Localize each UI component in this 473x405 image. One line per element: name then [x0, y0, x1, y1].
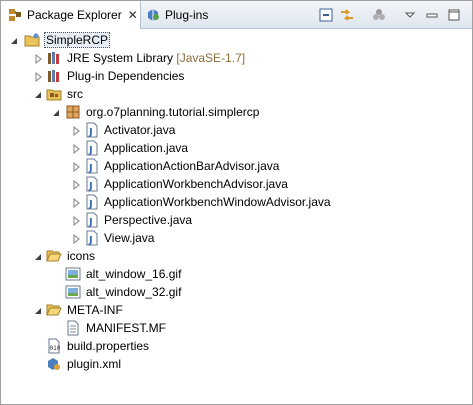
- view-tab-bar: Package Explorer ✕ Plug-ins: [1, 1, 472, 29]
- minimize-icon[interactable]: [424, 7, 440, 23]
- project-folder-icon: [24, 32, 40, 48]
- tree-item-project[interactable]: SimpleRCP: [1, 31, 301, 49]
- tree-item-plugin-dependencies[interactable]: Plug-in Dependencies: [1, 67, 301, 85]
- expanded-triangle-icon[interactable]: [51, 107, 61, 117]
- expanded-triangle-icon[interactable]: [33, 89, 43, 99]
- java-file-icon: J: [84, 230, 100, 246]
- tree-item-java-file[interactable]: J Perspective.java: [1, 211, 301, 229]
- tree-item-label: alt_window_32.gif: [86, 285, 182, 299]
- svg-text:J: J: [88, 163, 93, 174]
- svg-text:J: J: [88, 127, 93, 138]
- folder-open-icon: [46, 302, 62, 318]
- tree-item-label: plugin.xml: [67, 357, 122, 371]
- tree-item-label: alt_window_16.gif: [86, 267, 182, 281]
- tree-item-plugin-xml[interactable]: plugin.xml: [1, 355, 301, 373]
- tree-item-label: JRE System Library: [67, 51, 174, 65]
- jre-version-decoration: [JavaSE-1.7]: [176, 51, 246, 65]
- tree-item-label: SimpleRCP: [44, 32, 111, 48]
- tab-label: Plug-ins: [165, 7, 209, 22]
- svg-text:J: J: [88, 181, 93, 192]
- java-file-icon: J: [84, 122, 100, 138]
- tree-item-manifest[interactable]: MANIFEST.MF: [1, 319, 301, 337]
- tree-item-label: Plug-in Dependencies: [67, 69, 185, 83]
- view-menu-icon[interactable]: [402, 7, 418, 23]
- tree-item-build-properties[interactable]: 010 build.properties: [1, 337, 301, 355]
- tree-item-label: org.o7planning.tutorial.simplercp: [86, 105, 260, 119]
- library-icon: [46, 50, 62, 66]
- collapsed-triangle-icon[interactable]: [71, 161, 81, 173]
- tab-label: Package Explorer: [27, 8, 122, 22]
- tree-item-label: ApplicationActionBarAdvisor.java: [104, 159, 280, 173]
- java-file-icon: J: [84, 194, 100, 210]
- svg-text:J: J: [88, 217, 93, 228]
- svg-text:J: J: [88, 199, 93, 210]
- tab-plugins[interactable]: Plug-ins: [141, 1, 231, 28]
- tree-item-java-file[interactable]: J ApplicationWorkbenchAdvisor.java: [1, 175, 331, 193]
- plugin-manifest-icon: [46, 356, 62, 372]
- tree-item-label: MANIFEST.MF: [86, 321, 166, 335]
- svg-text:010: 010: [50, 345, 61, 352]
- image-file-icon: [65, 284, 81, 300]
- maximize-icon[interactable]: [446, 7, 462, 23]
- link-with-editor-icon[interactable]: [339, 7, 355, 23]
- focus-task-icon[interactable]: [371, 7, 387, 23]
- tree-item-gif-file[interactable]: alt_window_32.gif: [1, 283, 301, 301]
- tree-item-java-file[interactable]: J ApplicationActionBarAdvisor.java: [1, 157, 331, 175]
- tree-item-label: Perspective.java: [104, 213, 193, 227]
- tree-item-java-file[interactable]: J ApplicationWorkbenchWindowAdvisor.java: [1, 193, 361, 211]
- collapsed-triangle-icon[interactable]: [71, 143, 81, 155]
- java-file-icon: J: [84, 212, 100, 228]
- collapsed-triangle-icon[interactable]: [71, 215, 81, 227]
- package-explorer-view: Package Explorer ✕ Plug-ins SimpleRCP JR…: [0, 0, 473, 405]
- svg-text:J: J: [88, 235, 93, 246]
- java-file-icon: J: [84, 140, 100, 156]
- tree-item-label: icons: [67, 249, 96, 263]
- close-icon[interactable]: ✕: [128, 8, 138, 22]
- tree-item-label: src: [67, 87, 83, 101]
- tree-item-java-file[interactable]: J View.java: [1, 229, 301, 247]
- java-file-icon: J: [84, 176, 100, 192]
- tree-item-src[interactable]: src: [1, 85, 301, 103]
- tree-item-icons-folder[interactable]: icons: [1, 247, 301, 265]
- expanded-triangle-icon[interactable]: [33, 305, 43, 315]
- collapsed-triangle-icon[interactable]: [71, 179, 81, 191]
- properties-file-icon: 010: [46, 338, 62, 354]
- tree-item-gif-file[interactable]: alt_window_16.gif: [1, 265, 301, 283]
- tab-package-explorer[interactable]: Package Explorer ✕: [1, 1, 141, 29]
- tree-item-label: Application.java: [104, 141, 189, 155]
- expanded-triangle-icon[interactable]: [33, 251, 43, 261]
- image-file-icon: [65, 266, 81, 282]
- tree-item-label: build.properties: [67, 339, 150, 353]
- library-icon: [46, 68, 62, 84]
- collapsed-triangle-icon[interactable]: [33, 71, 43, 83]
- package-explorer-icon: [7, 7, 23, 23]
- collapsed-triangle-icon[interactable]: [33, 53, 43, 65]
- svg-text:J: J: [88, 145, 93, 156]
- tree-item-meta-inf[interactable]: META-INF: [1, 301, 301, 319]
- text-file-icon: [65, 320, 81, 336]
- tree-item-label: ApplicationWorkbenchWindowAdvisor.java: [104, 195, 331, 209]
- tree-item-label: Activator.java: [104, 123, 176, 137]
- java-file-icon: J: [84, 158, 100, 174]
- package-icon: [65, 104, 81, 120]
- tree-item-package[interactable]: org.o7planning.tutorial.simplercp: [1, 103, 331, 121]
- tree-item-label: View.java: [104, 231, 155, 245]
- tree-item-java-file[interactable]: J Application.java: [1, 139, 301, 157]
- collapsed-triangle-icon[interactable]: [71, 233, 81, 245]
- collapsed-triangle-icon[interactable]: [71, 197, 81, 209]
- tree-item-label: META-INF: [67, 303, 123, 317]
- plugin-icon: [145, 7, 161, 23]
- collapse-all-icon[interactable]: [318, 7, 334, 23]
- tree-item-jre[interactable]: JRE System Library [JavaSE-1.7]: [1, 49, 301, 67]
- tree-item-java-file[interactable]: J Activator.java: [1, 121, 301, 139]
- collapsed-triangle-icon[interactable]: [71, 125, 81, 137]
- source-folder-icon: [46, 86, 62, 102]
- expanded-triangle-icon[interactable]: [9, 35, 19, 45]
- tree-item-label: ApplicationWorkbenchAdvisor.java: [104, 177, 288, 191]
- folder-open-icon: [46, 248, 62, 264]
